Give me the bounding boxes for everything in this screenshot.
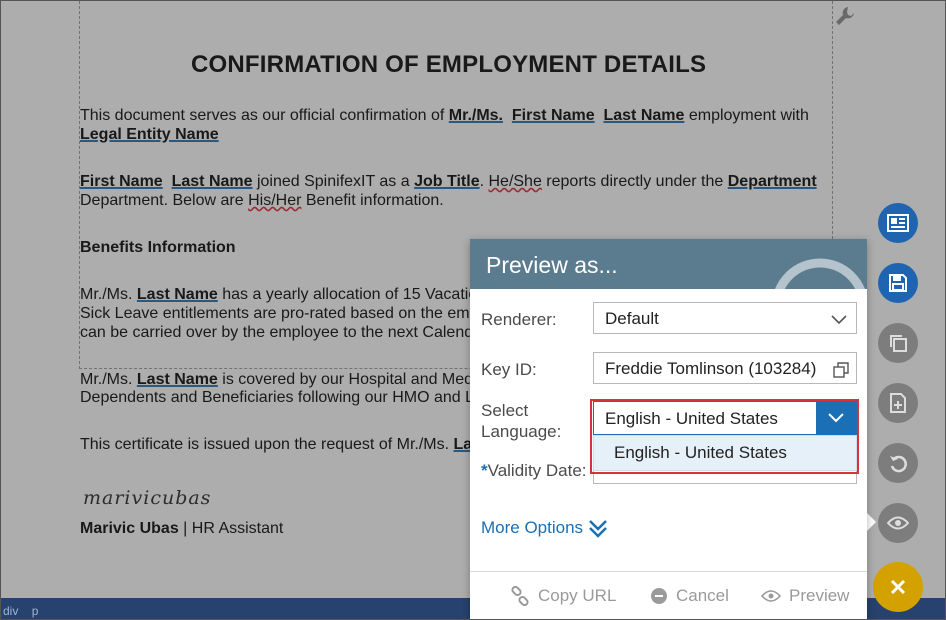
dialog-title: Preview as...: [486, 252, 618, 278]
document-view-icon: [887, 214, 909, 232]
renderer-label: Renderer:: [481, 310, 557, 329]
preview-eye-button[interactable]: [878, 503, 918, 543]
close-icon: [890, 579, 906, 595]
link-icon: [511, 586, 529, 606]
save-icon: [889, 274, 907, 292]
required-asterisk: *: [481, 461, 488, 480]
copy-url-button[interactable]: Copy URL: [510, 586, 616, 606]
preview-button[interactable]: Preview: [761, 586, 849, 606]
key-id-field[interactable]: Freddie Tomlinson (103284): [593, 352, 857, 384]
validity-date-label: *Validity Date:: [481, 461, 587, 480]
close-fab-button[interactable]: [873, 562, 923, 612]
chevron-down-icon: [831, 315, 847, 325]
status-path-p[interactable]: p: [32, 604, 39, 618]
double-chevron-down-icon: [589, 520, 607, 538]
dialog-pointer: [867, 513, 876, 531]
key-id-label: Key ID:: [481, 360, 537, 379]
undo-button[interactable]: [878, 443, 918, 483]
copy-button[interactable]: [878, 323, 918, 363]
preview-as-dialog: Preview as... Renderer: Default Key ID: …: [470, 239, 867, 619]
copy-icon: [890, 335, 907, 352]
eye-icon: [761, 590, 781, 602]
value-help-icon[interactable]: [832, 361, 850, 379]
cancel-button[interactable]: Cancel: [650, 586, 729, 606]
undo-icon: [890, 455, 907, 473]
eye-watermark-icon: [774, 258, 866, 289]
dialog-header: Preview as...: [470, 239, 867, 289]
highlight-box: [590, 399, 859, 474]
dialog-footer: Copy URL Cancel Preview: [470, 571, 867, 619]
status-path-div[interactable]: div: [3, 604, 18, 618]
add-document-icon: [890, 393, 906, 413]
language-label: Select Language:: [481, 401, 562, 441]
preview-eye-icon: [887, 516, 909, 530]
app-window: CONFIRMATION OF EMPLOYMENT DETAILS This …: [0, 0, 946, 620]
add-document-button[interactable]: [878, 383, 918, 423]
document-view-button[interactable]: [878, 203, 918, 243]
more-options-link[interactable]: More Options: [481, 518, 608, 538]
cancel-icon: [651, 588, 667, 604]
save-button[interactable]: [878, 263, 918, 303]
renderer-select[interactable]: Default: [593, 302, 857, 334]
